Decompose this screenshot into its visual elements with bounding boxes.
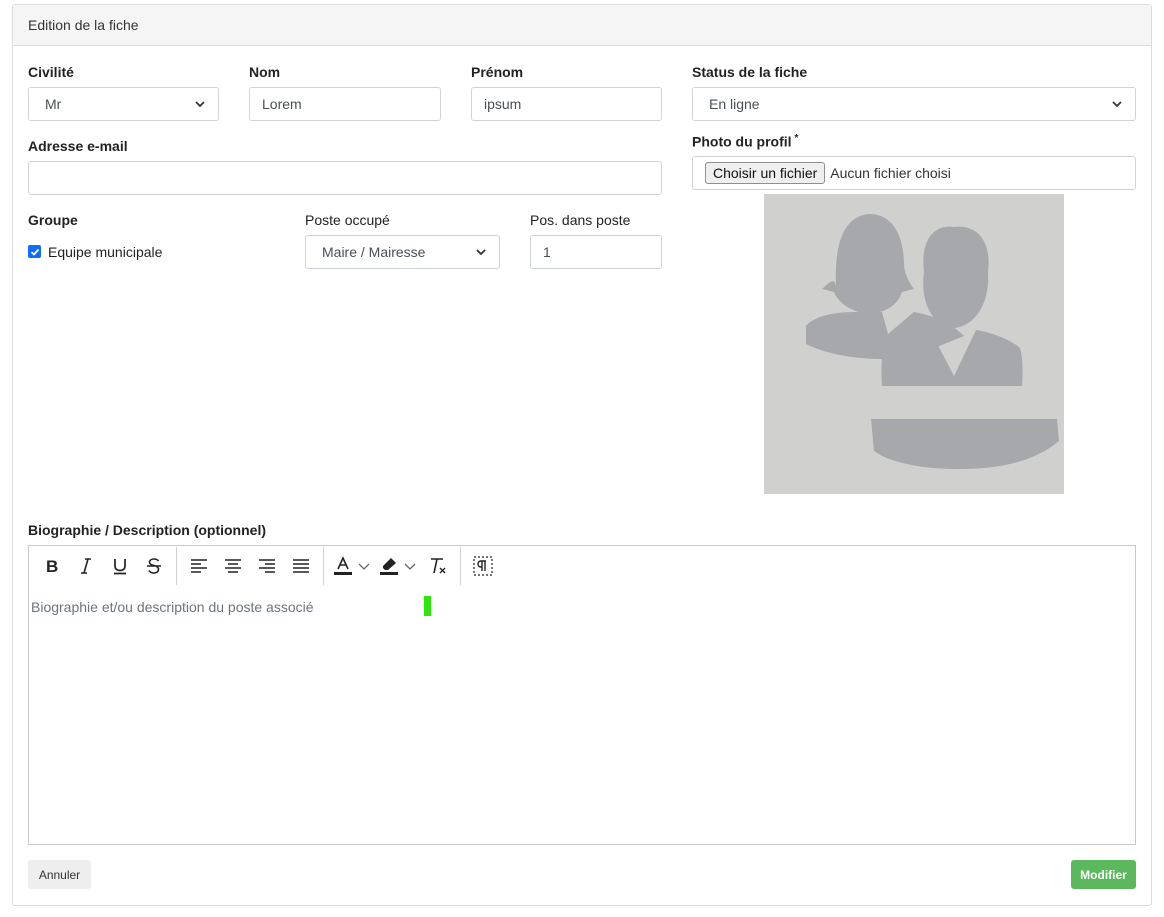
photo-label-text: Photo du profil: [692, 133, 792, 150]
underline-icon: [114, 559, 126, 575]
align-left-icon: [191, 559, 207, 573]
strikethrough-button[interactable]: [137, 551, 171, 581]
email-input[interactable]: [28, 161, 662, 195]
chevron-down-icon: [1112, 101, 1122, 108]
prenom-label: Prénom: [471, 64, 524, 80]
position-input[interactable]: 1: [530, 235, 662, 269]
align-justify-button[interactable]: [284, 551, 318, 581]
clear-format-button[interactable]: [421, 551, 455, 581]
align-justify-icon: [293, 559, 309, 573]
editor-placeholder: Biographie et/ou description du poste as…: [31, 599, 314, 615]
bio-label: Biographie / Description (optionnel): [28, 522, 266, 538]
italic-icon: [81, 558, 91, 574]
toolbar-separator: [460, 547, 461, 585]
toolbar-separator: [323, 547, 324, 585]
equipe-municipale-checkbox[interactable]: [28, 245, 41, 258]
submit-button[interactable]: Modifier: [1071, 860, 1136, 889]
choose-file-button[interactable]: Choisir un fichier: [705, 162, 826, 184]
poste-label: Poste occupé: [305, 212, 390, 228]
align-left-button[interactable]: [182, 551, 216, 581]
position-label: Pos. dans poste: [530, 212, 631, 228]
photo-file-input[interactable]: Choisir un fichier Aucun fichier choisi: [692, 156, 1136, 190]
photo-label: Photo du profil *: [692, 133, 798, 150]
poste-select[interactable]: Maire / Mairesse: [305, 235, 500, 269]
toolbar-separator: [176, 547, 177, 585]
nom-label: Nom: [249, 64, 281, 80]
editor-content[interactable]: Biographie et/ou description du poste as…: [29, 586, 1135, 628]
prenom-input[interactable]: ipsum: [471, 87, 662, 121]
groupe-label: Groupe: [28, 212, 78, 228]
chevron-down-icon: [476, 249, 486, 256]
highlight-color-icon: [380, 558, 398, 575]
align-right-icon: [259, 559, 275, 573]
align-center-icon: [225, 559, 241, 573]
bold-button[interactable]: B: [35, 551, 69, 581]
card-header: Edition de la fiche: [13, 5, 1151, 46]
status-select[interactable]: En ligne: [692, 87, 1136, 121]
chevron-down-icon: [404, 563, 416, 570]
align-right-button[interactable]: [250, 551, 284, 581]
highlight-color-button[interactable]: [375, 551, 421, 581]
cancel-button[interactable]: Annuler: [28, 860, 91, 889]
text-color-icon: [334, 556, 352, 575]
strikethrough-icon: [147, 558, 161, 574]
chevron-down-icon: [195, 101, 205, 108]
clear-format-icon: [431, 558, 446, 574]
status-value: En ligne: [709, 96, 760, 112]
editor-toolbar: B: [29, 546, 1135, 586]
paragraph-marks-icon: [473, 556, 493, 576]
cursor-marker: [424, 596, 431, 616]
align-center-button[interactable]: [216, 551, 250, 581]
prenom-value: ipsum: [484, 96, 522, 112]
position-value: 1: [543, 244, 551, 260]
people-silhouette-icon: [806, 214, 1059, 469]
required-mark: *: [794, 133, 799, 144]
text-color-button[interactable]: [329, 551, 375, 581]
checkmark-icon: [30, 248, 39, 256]
civilite-label: Civilité: [28, 64, 74, 80]
email-label: Adresse e-mail: [28, 138, 128, 154]
nom-input[interactable]: Lorem: [249, 87, 441, 121]
civilite-select[interactable]: Mr: [28, 87, 219, 121]
chevron-down-icon: [358, 563, 370, 570]
profile-photo-placeholder: [764, 194, 1064, 494]
rich-text-editor[interactable]: B Biographie et/ou description du poste …: [28, 545, 1136, 845]
file-status: Aucun fichier choisi: [830, 165, 951, 181]
civilite-value: Mr: [45, 96, 62, 112]
equipe-municipale-label[interactable]: Equipe municipale: [48, 244, 162, 260]
svg-text:B: B: [46, 557, 58, 575]
bold-icon: B: [46, 557, 58, 575]
underline-button[interactable]: [103, 551, 137, 581]
nom-value: Lorem: [262, 96, 302, 112]
status-label: Status de la fiche: [692, 64, 808, 80]
italic-button[interactable]: [69, 551, 103, 581]
edit-card: Edition de la fiche Civilité Mr Nom Lore…: [12, 4, 1152, 906]
poste-value: Maire / Mairesse: [322, 244, 426, 260]
paragraph-marks-button[interactable]: [466, 551, 500, 581]
